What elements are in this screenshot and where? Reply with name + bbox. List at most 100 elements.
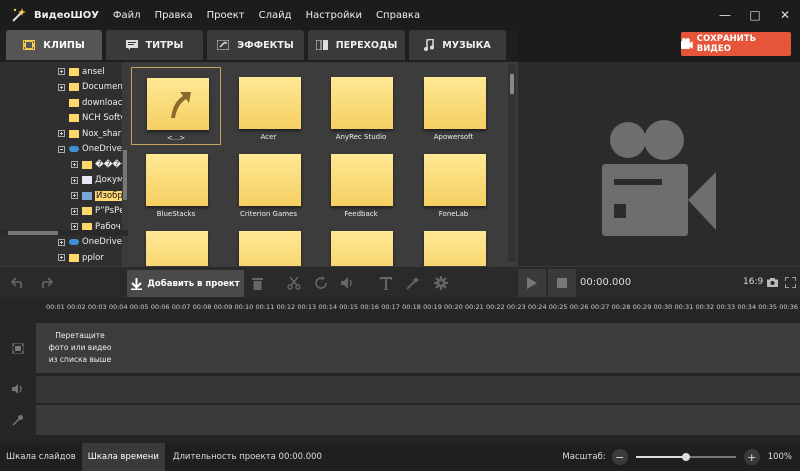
maximize-icon[interactable]: □ [740,0,770,30]
folder-item[interactable]: Feedback [316,144,406,222]
tree-item[interactable]: Докум [71,174,123,187]
time-ruler[interactable]: 00:01 00:02 00:03 00:04 00:05 00:06 00:07 00:08… [36,298,800,320]
expand-icon[interactable] [58,68,65,75]
folder-item[interactable] [224,221,314,266]
tree-hscroll-thumb[interactable] [8,231,58,235]
menu-settings[interactable]: Настройки [306,10,362,21]
tree-item[interactable]: downloac [58,96,122,109]
fullscreen-icon[interactable] [784,276,796,288]
ruler-tick: 00:26 [569,303,589,311]
tab-transitions[interactable]: ПЕРЕХОДЫ [308,30,405,60]
sparkle-icon [217,40,230,50]
expand-icon[interactable] [58,83,65,91]
folder-icon [423,77,486,129]
trash-icon[interactable] [249,275,265,291]
folder-item[interactable]: FoneLab [409,144,499,222]
folder-item-label: FoneLab [438,210,469,218]
video-track[interactable]: Перетащите фото или видео из списка выше [36,323,800,373]
redo-icon[interactable] [38,275,54,291]
text-icon[interactable] [378,275,394,291]
folder-icon [331,154,393,206]
menu-bar: Файл Правка Проект Слайд Настройки Справ… [113,10,434,21]
magic-wand-icon[interactable] [405,275,421,291]
tree-item[interactable]: pplor [58,251,104,264]
tree-item[interactable]: Documen [58,81,123,94]
scissors-icon[interactable] [286,275,302,291]
film-icon [23,40,36,50]
document-icon [82,176,92,184]
close-icon[interactable]: ✕ [770,0,800,30]
folder-item[interactable] [409,221,499,266]
collapse-icon[interactable] [58,145,65,153]
tree-item[interactable]: NCH Softv [58,112,125,125]
expand-icon[interactable] [58,254,65,261]
tree-item[interactable]: Изобр [71,189,124,202]
tree-vscroll-thumb[interactable] [123,150,127,200]
volume-icon[interactable] [340,275,356,291]
parent-folder-item[interactable]: <...> [131,67,221,145]
ruler-tick: 00:01 [46,303,65,311]
folder-item-label: BlueStacks [156,210,196,218]
tree-item[interactable]: Р”РsРє [71,205,124,218]
expand-icon[interactable] [71,207,78,215]
title-bar: ВидеоШОУ Файл Правка Проект Слайд Настро… [0,0,800,30]
folder-item[interactable]: Criterion Games [224,144,314,222]
minimize-icon[interactable]: — [710,0,740,30]
tree-item[interactable]: ansel [58,65,105,78]
expand-icon[interactable] [71,161,78,168]
menu-project[interactable]: Проект [207,10,245,21]
tree-item[interactable]: OneDrive [58,143,122,156]
save-video-label: СОХРАНИТЬ ВИДЕО [696,34,757,54]
zoom-out-button[interactable]: − [611,449,628,465]
expand-icon[interactable] [58,238,65,246]
undo-icon[interactable] [10,275,26,291]
folder-item[interactable]: AnyRec Studio [316,67,406,145]
menu-slide[interactable]: Слайд [259,10,292,21]
expand-icon[interactable] [58,130,65,137]
tree-item[interactable]: OneDrive [58,236,122,249]
gear-icon[interactable] [433,275,449,291]
aspect-ratio[interactable]: 16:9 [743,277,763,287]
zoom-slider[interactable] [635,453,736,461]
tab-clips[interactable]: КЛИПЫ [6,30,102,60]
menu-help[interactable]: Справка [376,10,420,21]
play-button[interactable] [518,269,546,297]
expand-icon[interactable] [71,223,78,230]
grid-scroll-thumb[interactable] [510,74,514,94]
tab-time-scale[interactable]: Шкала времени [81,443,165,471]
tree-hscroll[interactable] [0,230,128,236]
save-video-button[interactable]: СОХРАНИТЬ ВИДЕО [681,32,791,56]
folder-icon [238,231,301,266]
tab-titles[interactable]: ТИТРЫ [106,30,203,60]
tab-effects[interactable]: ЭФФЕКТЫ [207,30,304,60]
zoom-slider-handle[interactable] [681,453,690,461]
menu-edit[interactable]: Правка [155,10,193,21]
zoom-in-button[interactable]: + [743,449,760,465]
expand-icon[interactable] [71,192,78,199]
grid-scrollbar[interactable] [508,64,516,262]
menu-file[interactable]: Файл [113,10,141,21]
tree-item[interactable]: ���� [71,158,128,171]
folder-item[interactable]: Acer [224,67,314,145]
folder-item[interactable] [316,221,406,266]
audio-track[interactable] [36,376,800,403]
tab-music[interactable]: МУЗЫКА [409,30,506,60]
expand-icon[interactable] [71,176,78,184]
ruler-tick: 00:16 [360,303,379,311]
transition-icon [315,40,328,50]
folder-item-label: <...> [166,134,186,142]
ruler-tick: 00:36 [779,303,798,311]
folder-item[interactable]: BlueStacks [131,144,221,222]
tree-item[interactable]: Nox_shar [58,127,121,140]
ruler-tick: 00:06 [150,303,170,311]
stop-button[interactable] [548,269,576,297]
video-preview[interactable] [518,62,800,287]
folder-item[interactable] [131,221,221,266]
snapshot-icon[interactable] [766,276,778,288]
voice-track[interactable] [36,405,800,435]
add-to-project-button[interactable]: Добавить в проект [127,270,244,297]
rotate-icon[interactable] [313,275,329,291]
tab-slide-scale[interactable]: Шкала слайдов [0,443,82,471]
folder-item[interactable]: Apowersoft [409,67,499,145]
drop-hint-line1: Перетащите [55,331,105,340]
